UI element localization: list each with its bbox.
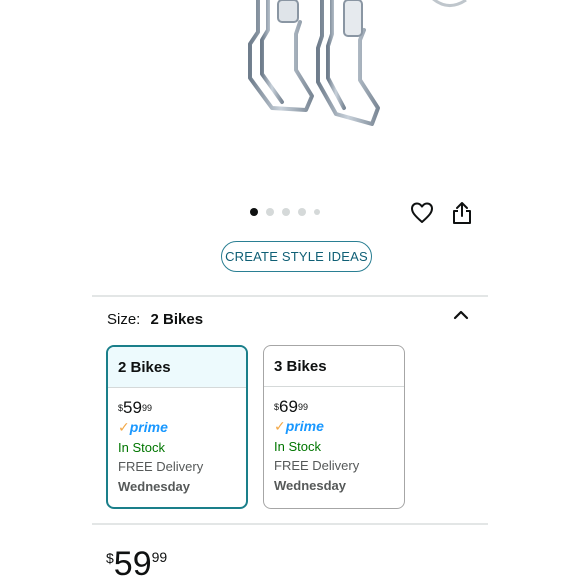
stock-status: In Stock xyxy=(118,439,165,455)
size-selector-header[interactable]: Size: 2 Bikes xyxy=(107,311,203,328)
size-label: Size: xyxy=(107,311,141,328)
heart-icon xyxy=(411,202,433,223)
option-title: 2 Bikes xyxy=(108,347,246,388)
image-carousel-dots[interactable] xyxy=(250,206,320,218)
product-price: $5999 xyxy=(106,545,168,583)
size-option-3-bikes[interactable]: 3 Bikes $6999 ✓ prime In Stock FREE Deliv… xyxy=(263,345,405,509)
chevron-up-icon[interactable] xyxy=(450,306,472,324)
delivery-day: Wednesday xyxy=(274,477,347,493)
delivery-day: Wednesday xyxy=(118,478,191,494)
option-title: 3 Bikes xyxy=(264,346,404,387)
wishlist-button[interactable] xyxy=(408,200,436,226)
carousel-dot[interactable] xyxy=(250,208,258,216)
stock-status: In Stock xyxy=(274,438,321,454)
prime-badge: ✓ prime xyxy=(274,417,324,434)
share-button[interactable] xyxy=(448,200,476,226)
option-price: $6999 xyxy=(274,397,308,416)
delivery-text: FREE Delivery xyxy=(274,458,360,473)
delivery-text: FREE Delivery xyxy=(118,459,204,474)
carousel-dot[interactable] xyxy=(282,208,290,216)
carousel-dot[interactable] xyxy=(266,208,274,216)
divider xyxy=(92,295,488,297)
carousel-dot[interactable] xyxy=(314,209,320,215)
divider xyxy=(92,523,488,525)
carousel-dot[interactable] xyxy=(298,208,306,216)
prime-badge: ✓ prime xyxy=(118,418,168,435)
share-icon xyxy=(453,202,471,224)
option-price: $5999 xyxy=(118,398,152,417)
product-image[interactable] xyxy=(0,0,580,195)
create-style-ideas-button[interactable]: CREATE STYLE IDEAS xyxy=(221,241,372,272)
size-option-2-bikes[interactable]: 2 Bikes $5999 ✓ prime In Stock FREE Deliv… xyxy=(106,345,248,509)
size-selected-value: 2 Bikes xyxy=(150,311,204,328)
